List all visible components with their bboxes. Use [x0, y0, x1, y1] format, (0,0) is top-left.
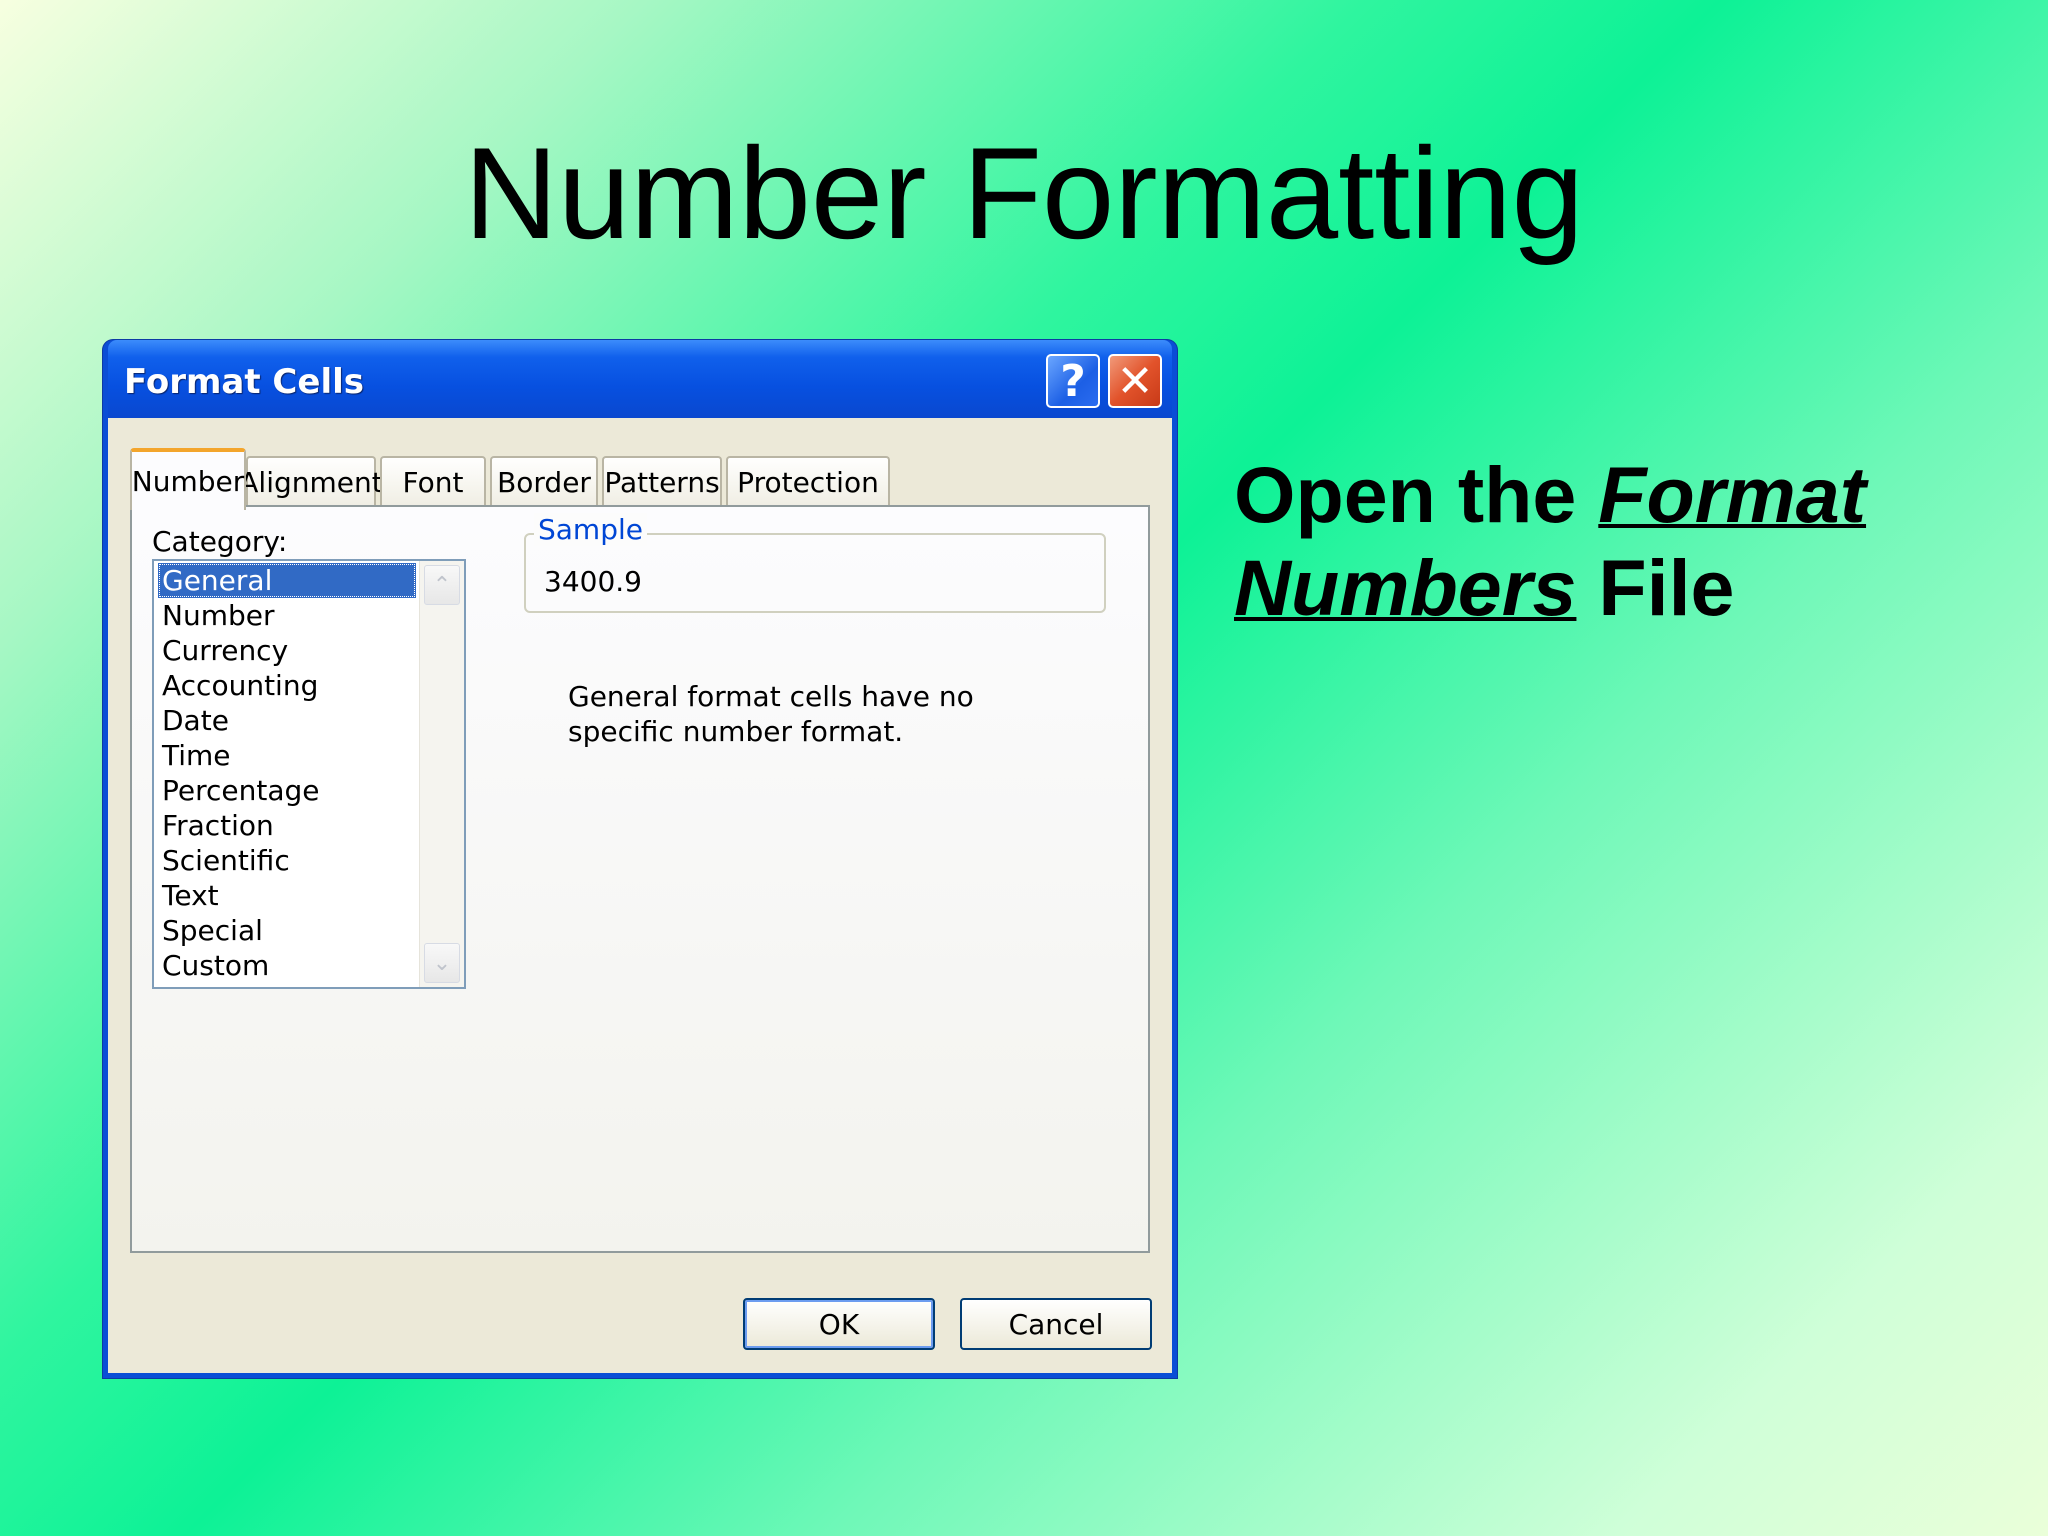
scroll-up-button[interactable]: ⌃	[424, 565, 460, 605]
category-item-time[interactable]: Time	[158, 738, 416, 773]
tab-font[interactable]: Font	[380, 456, 486, 506]
close-button[interactable]: ✕	[1108, 354, 1162, 408]
chevron-down-icon: ⌄	[432, 950, 452, 976]
category-item-accounting[interactable]: Accounting	[158, 668, 416, 703]
category-scrollbar[interactable]: ⌃ ⌄	[419, 561, 464, 987]
category-item-date[interactable]: Date	[158, 703, 416, 738]
slide-title: Number Formatting	[464, 120, 1584, 266]
category-item-custom[interactable]: Custom	[158, 948, 416, 983]
tab-border[interactable]: Border	[490, 456, 598, 506]
category-item-fraction[interactable]: Fraction	[158, 808, 416, 843]
instruction-text: Open the Format Numbers File	[1234, 448, 1994, 634]
help-button[interactable]: ?	[1046, 354, 1100, 408]
category-listbox[interactable]: General Number Currency Accounting Date …	[152, 559, 466, 989]
description-line-1: General format cells have no	[568, 680, 974, 713]
cancel-button[interactable]: Cancel	[960, 1298, 1152, 1350]
description-line-2: specific number format.	[568, 715, 904, 748]
category-label: Category:	[152, 525, 288, 558]
sample-label: Sample	[534, 513, 647, 546]
category-item-number[interactable]: Number	[158, 598, 416, 633]
category-item-scientific[interactable]: Scientific	[158, 843, 416, 878]
tab-protection[interactable]: Protection	[726, 456, 890, 506]
dialog-titlebar[interactable]: Format Cells ? ✕	[108, 340, 1172, 418]
ok-button[interactable]: OK	[743, 1298, 935, 1350]
numbers-link[interactable]: Numbers	[1234, 543, 1576, 632]
help-icon: ?	[1060, 355, 1086, 407]
tab-number[interactable]: Number	[130, 448, 246, 510]
category-item-percentage[interactable]: Percentage	[158, 773, 416, 808]
instruction-prefix: Open the	[1234, 450, 1599, 539]
category-item-special[interactable]: Special	[158, 913, 416, 948]
tab-alignment[interactable]: Alignment	[239, 456, 383, 506]
sample-value: 3400.9	[544, 565, 642, 598]
dialog-client-area: Number Alignment Font Border Patterns Pr…	[108, 418, 1172, 1373]
category-item-text[interactable]: Text	[158, 878, 416, 913]
tab-patterns[interactable]: Patterns	[602, 456, 722, 506]
sample-group: Sample 3400.9	[524, 513, 1106, 613]
category-item-general[interactable]: General	[158, 563, 416, 598]
category-item-currency[interactable]: Currency	[158, 633, 416, 668]
number-tab-panel: Category: General Number Currency Accoun…	[130, 505, 1150, 1253]
dialog-title: Format Cells	[124, 362, 364, 402]
format-description: General format cells have no specific nu…	[568, 679, 1048, 749]
close-icon: ✕	[1116, 355, 1154, 407]
chevron-up-icon: ⌃	[432, 572, 452, 598]
format-link[interactable]: Format	[1598, 450, 1866, 539]
format-cells-dialog: Format Cells ? ✕ Number Alignment Font B…	[103, 340, 1177, 1378]
instruction-suffix: File	[1576, 543, 1735, 633]
scroll-down-button[interactable]: ⌄	[424, 943, 460, 983]
